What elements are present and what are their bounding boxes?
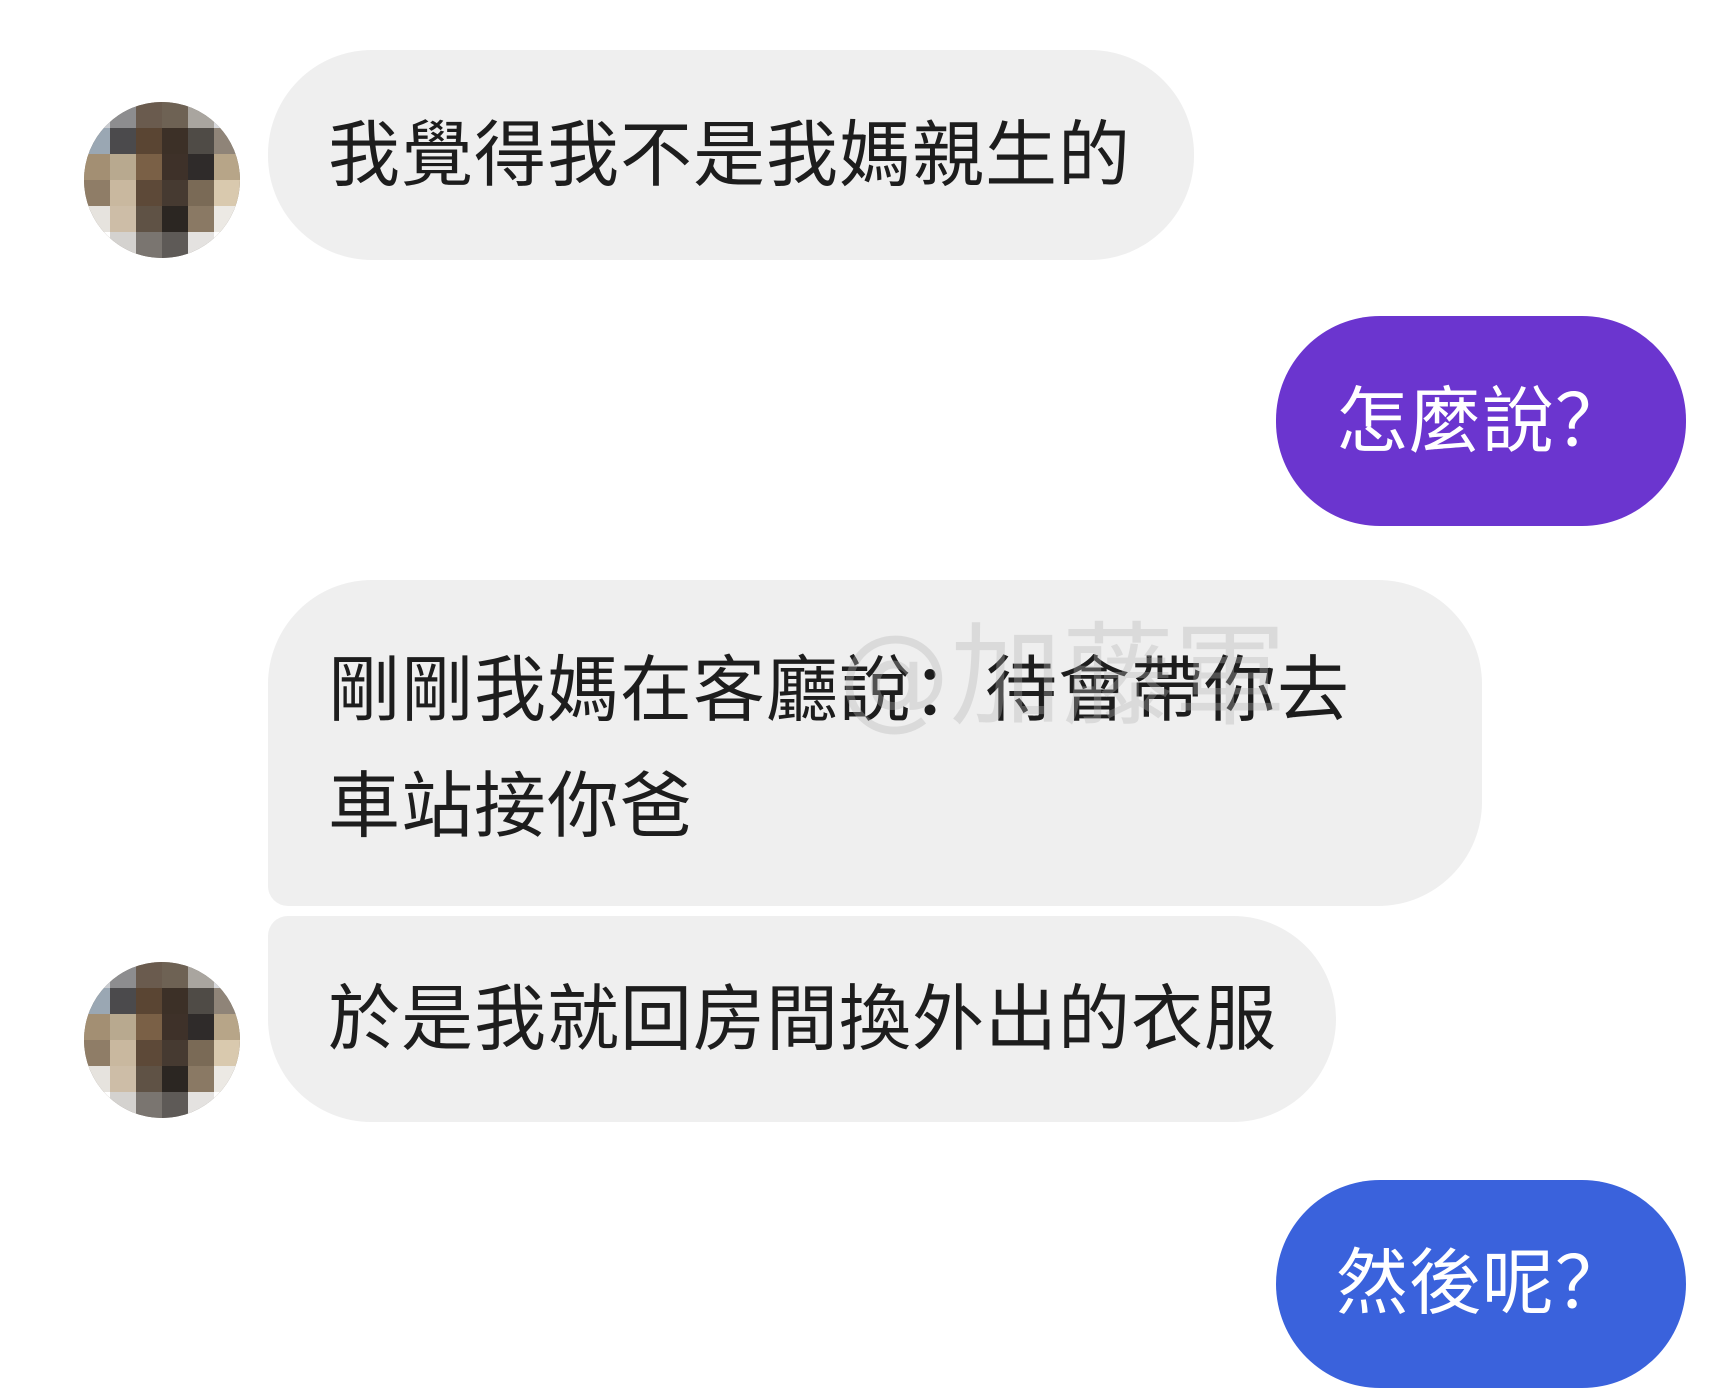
sender-avatar-icon[interactable] xyxy=(84,102,240,258)
message-text: 剛剛我媽在客廳說：待會帶你去車站接你爸 xyxy=(328,648,1351,848)
outgoing-message[interactable]: 怎麼說？ xyxy=(1276,316,1686,526)
sender-avatar-icon[interactable] xyxy=(84,962,240,1118)
chat-thread: 我覺得我不是我媽親生的 怎麼說？ 剛剛我媽在客廳說：待會帶你去車站接你爸 @加藤… xyxy=(0,0,1710,1398)
avatar-pixel-grid xyxy=(84,962,240,1118)
message-text: 怎麼說？ xyxy=(1336,379,1629,463)
avatar-pixel-grid xyxy=(84,102,240,258)
incoming-message[interactable]: 於是我就回房間換外出的衣服 xyxy=(268,916,1336,1122)
message-text: 然後呢？ xyxy=(1336,1241,1629,1325)
message-text: 於是我就回房間換外出的衣服 xyxy=(328,977,1278,1061)
incoming-message[interactable]: 剛剛我媽在客廳說：待會帶你去車站接你爸 xyxy=(268,580,1482,906)
message-text: 我覺得我不是我媽親生的 xyxy=(328,113,1132,197)
incoming-message[interactable]: 我覺得我不是我媽親生的 xyxy=(268,50,1194,260)
outgoing-message[interactable]: 然後呢？ xyxy=(1276,1180,1686,1388)
